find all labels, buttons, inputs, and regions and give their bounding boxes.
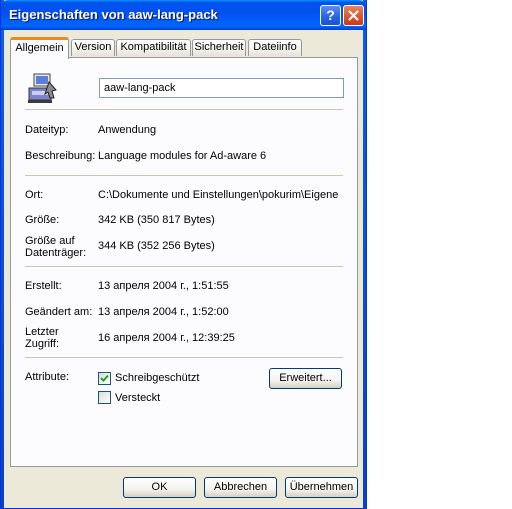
attributes-label: Attribute:: [25, 371, 70, 383]
file-type-value: Anwendung: [98, 124, 157, 136]
apply-button[interactable]: Übernehmen: [285, 477, 358, 498]
readonly-checkbox[interactable]: [98, 372, 111, 385]
size-label: Größe:: [25, 214, 60, 226]
tab-sicherheit[interactable]: Sicherheit: [192, 39, 246, 56]
separator: [25, 175, 343, 176]
size-value: 342 KB (350 817 Bytes): [98, 214, 215, 226]
advanced-button[interactable]: Erweitert...: [269, 368, 342, 389]
description-label: Beschreibung:: [25, 150, 96, 162]
accessed-value: 16 апреля 2004 г., 12:39:25: [98, 332, 235, 344]
accessed-label-line2: Zugriff:: [25, 338, 60, 350]
general-tab-panel: Dateityp: Anwendung Beschreibung: Langua…: [10, 57, 358, 467]
location-label: Ort:: [25, 189, 44, 201]
tab-version[interactable]: Version: [71, 39, 115, 56]
tab-kompatibilitaet[interactable]: Kompatibilität: [116, 39, 191, 56]
help-button[interactable]: ?: [320, 5, 341, 26]
filename-input[interactable]: [99, 78, 344, 98]
disk-size-value: 344 KB (352 256 Bytes): [98, 240, 215, 252]
created-label: Erstellt:: [25, 280, 62, 292]
separator: [25, 266, 343, 267]
ok-button[interactable]: OK: [123, 477, 196, 498]
checkmark-icon: [100, 374, 109, 382]
hidden-checkbox[interactable]: [98, 391, 111, 404]
separator: [25, 109, 343, 110]
created-value: 13 апреля 2004 г., 1:51:55: [98, 280, 229, 292]
cancel-button[interactable]: Abbrechen: [204, 477, 277, 498]
window-title: Eigenschaften von aaw-lang-pack: [9, 7, 218, 22]
help-icon: ?: [326, 7, 335, 23]
close-icon: [348, 10, 359, 21]
readonly-label[interactable]: Schreibgeschützt: [115, 372, 199, 385]
separator: [25, 357, 343, 358]
modified-label: Geändert am:: [25, 306, 93, 318]
hidden-label[interactable]: Versteckt: [115, 392, 160, 405]
disk-size-label-line2: Datenträger:: [25, 247, 87, 259]
properties-window: Eigenschaften von aaw-lang-pack ? Allgem…: [0, 0, 367, 509]
tab-allgemein[interactable]: Allgemein: [10, 37, 69, 59]
title-bar[interactable]: Eigenschaften von aaw-lang-pack ?: [1, 0, 366, 30]
close-button[interactable]: [343, 5, 364, 26]
file-type-label: Dateityp:: [25, 124, 69, 136]
setup-program-icon: [28, 73, 57, 103]
description-value: Language modules for Ad-aware 6: [98, 150, 267, 162]
modified-value: 13 апреля 2004 г., 1:52:00: [98, 306, 229, 318]
location-value: C:\Dokumente und Einstellungen\pokurim\E…: [98, 189, 339, 201]
tab-dateiinfo[interactable]: Dateiinfo: [248, 39, 302, 56]
